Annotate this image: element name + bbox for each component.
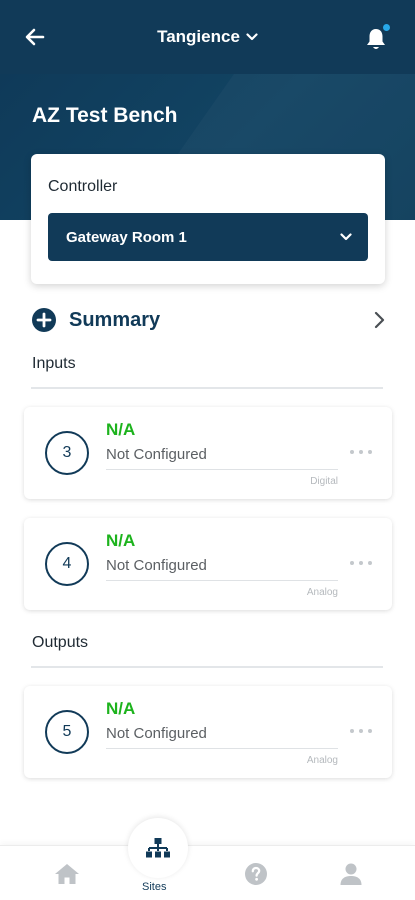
more-dot bbox=[350, 450, 354, 454]
io-divider bbox=[106, 469, 338, 470]
home-icon bbox=[55, 864, 79, 884]
io-config: Not Configured bbox=[106, 725, 207, 742]
controller-dropdown[interactable]: Gateway Room 1 bbox=[48, 213, 368, 261]
io-number: 3 bbox=[45, 431, 89, 475]
nav-help[interactable] bbox=[241, 860, 271, 888]
more-dot bbox=[359, 450, 363, 454]
top-app-bar: Tangience bbox=[0, 0, 415, 74]
io-type: Analog bbox=[306, 755, 338, 766]
chevron-right-icon bbox=[374, 311, 385, 329]
outputs-title: Outputs bbox=[32, 634, 89, 651]
profile-icon bbox=[340, 863, 362, 885]
controller-label: Controller bbox=[48, 178, 118, 195]
summary-row[interactable]: Summary bbox=[31, 305, 388, 335]
more-dot bbox=[359, 561, 363, 565]
more-dot bbox=[350, 561, 354, 565]
io-number: 5 bbox=[45, 710, 89, 754]
controller-selected-value: Gateway Room 1 bbox=[66, 228, 187, 246]
nav-home[interactable] bbox=[52, 860, 82, 888]
nav-sites-label: Sites bbox=[142, 881, 167, 893]
io-config: Not Configured bbox=[106, 557, 207, 574]
inputs-title: Inputs bbox=[32, 355, 76, 372]
chevron-down-icon bbox=[340, 233, 352, 241]
back-button[interactable] bbox=[22, 24, 48, 50]
io-divider bbox=[106, 748, 338, 749]
io-status: N/A bbox=[106, 420, 136, 439]
input-card[interactable]: 4 N/A Not Configured Analog bbox=[24, 518, 392, 610]
account-title: Tangience bbox=[157, 27, 240, 46]
more-options-button[interactable] bbox=[350, 724, 372, 738]
summary-label: Summary bbox=[69, 308, 161, 331]
io-number: 4 bbox=[45, 542, 89, 586]
io-type: Analog bbox=[306, 587, 338, 598]
io-status: N/A bbox=[106, 699, 136, 718]
inputs-divider bbox=[31, 387, 383, 389]
outputs-divider bbox=[31, 666, 383, 668]
input-card[interactable]: 3 N/A Not Configured Digital bbox=[24, 407, 392, 499]
plus-circle-icon bbox=[32, 308, 56, 332]
more-dot bbox=[368, 729, 372, 733]
notifications-button[interactable] bbox=[363, 22, 392, 52]
nav-profile[interactable] bbox=[336, 860, 366, 888]
controller-card: Controller Gateway Room 1 bbox=[31, 154, 385, 284]
more-dot bbox=[368, 450, 372, 454]
bottom-navigation bbox=[0, 845, 415, 900]
arrow-left-icon bbox=[25, 28, 45, 46]
more-dot bbox=[350, 729, 354, 733]
account-selector[interactable]: Tangience bbox=[157, 27, 258, 47]
io-type: Digital bbox=[310, 476, 338, 487]
site-title: AZ Test Bench bbox=[32, 104, 178, 127]
io-config: Not Configured bbox=[106, 446, 207, 463]
help-icon bbox=[245, 863, 267, 885]
io-divider bbox=[106, 580, 338, 581]
io-status: N/A bbox=[106, 531, 136, 550]
notification-badge bbox=[381, 22, 392, 33]
chevron-down-icon bbox=[246, 33, 258, 41]
more-options-button[interactable] bbox=[350, 445, 372, 459]
sites-icon bbox=[146, 838, 170, 858]
more-options-button[interactable] bbox=[350, 556, 372, 570]
more-dot bbox=[368, 561, 372, 565]
more-dot bbox=[359, 729, 363, 733]
output-card[interactable]: 5 N/A Not Configured Analog bbox=[24, 686, 392, 778]
nav-sites[interactable] bbox=[128, 818, 188, 878]
